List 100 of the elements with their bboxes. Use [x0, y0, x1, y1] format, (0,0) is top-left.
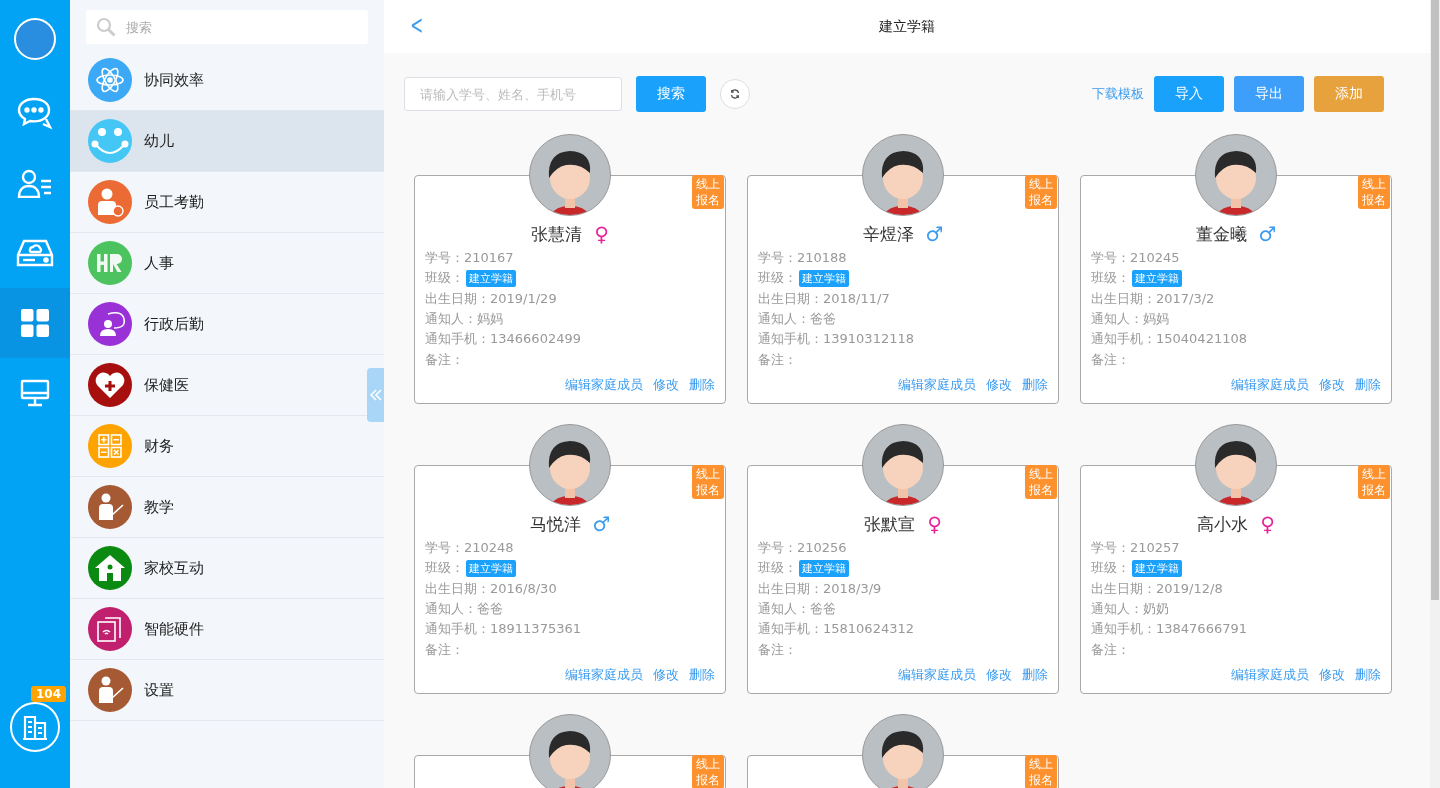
field-text: 通知人：爸爸 — [758, 600, 836, 619]
field-text: 通知手机：13466602499 — [425, 330, 581, 349]
action-link[interactable]: 删除 — [1022, 375, 1048, 394]
download-template-link[interactable]: 下载模板 — [1092, 85, 1144, 103]
field-text: 出生日期：2018/11/7 — [758, 289, 890, 308]
gender-symbol: ♀ — [594, 222, 609, 246]
toolbar-button[interactable]: 导入 — [1154, 76, 1224, 112]
menu-item[interactable]: 员工考勤 — [70, 172, 367, 232]
field-label: 班级： — [1091, 559, 1130, 578]
back-button[interactable]: < — [410, 10, 424, 40]
field-text: 备注： — [425, 350, 464, 369]
field-text: 出生日期：2018/3/9 — [758, 579, 882, 598]
online-signup-badge: 线上报名 — [1358, 465, 1390, 499]
field-text: 通知人：奶奶 — [1091, 600, 1169, 619]
field-text: 备注： — [425, 640, 464, 659]
menu-item[interactable]: 智能硬件 — [70, 599, 367, 659]
gender-symbol: ♂ — [925, 222, 944, 246]
field-label: 班级： — [758, 559, 797, 578]
action-link[interactable]: 修改 — [653, 665, 679, 684]
field-text: 出生日期：2019/1/29 — [425, 289, 557, 308]
action-link[interactable]: 编辑家庭成员 — [898, 665, 976, 684]
search-field[interactable]: 请输入学号、姓名、手机号 — [404, 77, 622, 111]
menu-item[interactable]: 行政后勤 — [70, 294, 367, 354]
gender-symbol: ♂ — [592, 512, 611, 536]
student-name: 张默宣 — [864, 512, 916, 536]
building-icon — [22, 714, 48, 740]
online-signup-badge: 线上报名 — [692, 175, 724, 209]
refresh-icon — [730, 89, 740, 99]
class-tag: 建立学籍 — [1132, 269, 1182, 287]
menu-item[interactable]: 财务 — [70, 416, 367, 476]
field-text: 通知手机：18911375361 — [425, 620, 581, 639]
field-text: 通知手机：13847666791 — [1091, 620, 1247, 639]
field-label: 班级： — [758, 269, 797, 288]
action-link[interactable]: 编辑家庭成员 — [1231, 665, 1309, 684]
action-link[interactable]: 删除 — [1355, 375, 1381, 394]
field-text: 学号：210257 — [1091, 539, 1180, 558]
action-link[interactable]: 编辑家庭成员 — [565, 375, 643, 394]
action-link[interactable]: 修改 — [986, 375, 1012, 394]
field-text: 备注： — [758, 640, 797, 659]
field-text: 学号：210248 — [425, 539, 514, 558]
online-signup-badge: 线上报名 — [692, 465, 724, 499]
menu-item[interactable]: 家校互动 — [70, 538, 367, 598]
double-chevron-icon — [369, 389, 382, 401]
class-tag: 建立学籍 — [466, 559, 516, 577]
action-link[interactable]: 修改 — [653, 375, 679, 394]
action-link[interactable]: 修改 — [1319, 375, 1345, 394]
gender-symbol: ♀ — [1260, 512, 1275, 536]
student-name: 高小水 — [1197, 512, 1249, 536]
online-signup-badge: 线上报名 — [1025, 175, 1057, 209]
field-text: 通知人：爸爸 — [425, 600, 503, 619]
student-name: 马悦洋 — [529, 512, 581, 536]
class-tag: 建立学籍 — [1132, 559, 1182, 577]
action-link[interactable]: 删除 — [689, 665, 715, 684]
action-link[interactable]: 删除 — [1022, 665, 1048, 684]
collapse-handle[interactable] — [367, 368, 384, 422]
search-icon — [96, 17, 116, 37]
field-text: 学号：210256 — [758, 539, 847, 558]
search-field[interactable]: 搜索 — [86, 10, 368, 44]
contacts-icon — [17, 168, 53, 198]
cloud-drive-icon — [16, 238, 54, 268]
field-text: 通知人：妈妈 — [1091, 310, 1169, 329]
action-link[interactable]: 删除 — [689, 375, 715, 394]
field-text: 备注： — [1091, 640, 1130, 659]
action-link[interactable]: 编辑家庭成员 — [898, 375, 976, 394]
toolbar-button[interactable]: 导出 — [1234, 76, 1304, 112]
field-text: 备注： — [1091, 350, 1130, 369]
action-link[interactable]: 修改 — [1319, 665, 1345, 684]
add-button[interactable]: 添加 — [1314, 76, 1384, 112]
field-text: 通知手机：15810624312 — [758, 620, 914, 639]
scroll-bar[interactable] — [1431, 0, 1439, 600]
menu-item[interactable]: 人事 — [70, 233, 367, 293]
student-name: 张慧清 — [531, 222, 583, 246]
field-text: 备注： — [758, 350, 797, 369]
student-name: 辛煜泽 — [862, 222, 914, 246]
field-text: 学号：210167 — [425, 249, 514, 268]
menu-item[interactable]: 教学 — [70, 477, 367, 537]
action-link[interactable]: 删除 — [1355, 665, 1381, 684]
menu-item[interactable]: 保健医 — [70, 355, 367, 415]
field-label: 班级： — [1091, 269, 1130, 288]
field-text: 通知人：爸爸 — [758, 310, 836, 329]
action-link[interactable]: 编辑家庭成员 — [565, 665, 643, 684]
class-tag: 建立学籍 — [799, 559, 849, 577]
field-text: 通知手机：13910312118 — [758, 330, 914, 349]
field-text: 出生日期：2019/12/8 — [1091, 579, 1223, 598]
online-signup-badge: 线上报名 — [1025, 465, 1057, 499]
online-signup-badge: 线上报名 — [692, 755, 724, 788]
class-tag: 建立学籍 — [466, 269, 516, 287]
gender-symbol: ♀ — [927, 512, 942, 536]
gender-symbol: ♂ — [1258, 222, 1277, 246]
action-link[interactable]: 修改 — [986, 665, 1012, 684]
menu-item[interactable]: 设置 — [70, 660, 367, 720]
refresh-button[interactable] — [720, 79, 750, 109]
user-avatar[interactable] — [14, 18, 56, 60]
class-tag: 建立学籍 — [799, 269, 849, 287]
search-button[interactable]: 搜索 — [636, 76, 706, 112]
field-text: 通知手机：15040421108 — [1091, 330, 1247, 349]
action-link[interactable]: 编辑家庭成员 — [1231, 375, 1309, 394]
rail-item[interactable] — [0, 288, 70, 358]
menu-item[interactable]: 协同效率 — [70, 50, 367, 110]
field-text: 出生日期：2017/3/2 — [1091, 289, 1215, 308]
